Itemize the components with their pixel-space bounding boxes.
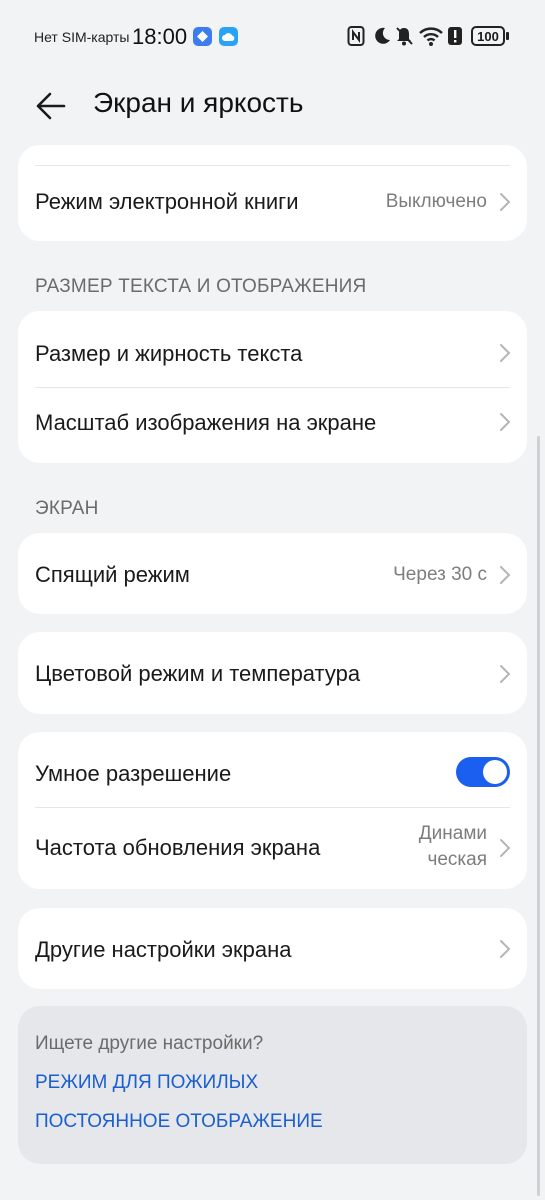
ebook-mode-row[interactable]: Режим электронной книги Выключено bbox=[18, 166, 527, 241]
chevron-right-icon bbox=[500, 839, 511, 857]
color-mode-label: Цветовой режим и температура bbox=[35, 661, 361, 686]
ebook-mode-label: Режим электронной книги bbox=[35, 189, 299, 214]
chevron-right-icon bbox=[500, 413, 511, 431]
always-on-display-link[interactable]: ПОСТОЯННОЕ ОТОБРАЖЕНИЕ bbox=[35, 1111, 323, 1133]
chevron-right-icon bbox=[500, 193, 511, 211]
battery-tip bbox=[506, 32, 509, 40]
wifi-icon bbox=[418, 25, 444, 49]
chevron-right-icon bbox=[500, 344, 511, 362]
section-header-text-size: РАЗМЕР ТЕКСТА И ОТОБРАЖЕНИЯ bbox=[35, 276, 367, 297]
section-header-screen: ЭКРАН bbox=[35, 498, 99, 519]
sleep-mode-value: Через 30 с bbox=[393, 564, 487, 585]
do-not-disturb-moon-icon bbox=[372, 25, 392, 49]
suggestions-title: Ищете другие настройки? bbox=[35, 1033, 264, 1054]
text-size-weight-label: Размер и жирность текста bbox=[35, 341, 303, 366]
chevron-right-icon bbox=[500, 566, 511, 584]
carrier-text: Нет SIM-карты bbox=[34, 29, 130, 45]
status-bar: Нет SIM-карты 18:00 100 bbox=[0, 0, 545, 74]
refresh-rate-label: Частота обновления экрана bbox=[35, 835, 321, 860]
nfc-icon bbox=[347, 25, 365, 49]
back-arrow-icon[interactable] bbox=[30, 86, 72, 126]
smart-resolution-label: Умное разрешение bbox=[35, 761, 232, 786]
text-size-card: Размер и жирность текста Масштаб изображ… bbox=[18, 311, 527, 463]
sleep-card: Спящий режим Через 30 с bbox=[18, 533, 527, 614]
display-scale-row[interactable]: Масштаб изображения на экране bbox=[18, 388, 527, 463]
smart-resolution-row: Умное разрешение bbox=[18, 732, 527, 807]
elderly-mode-link[interactable]: РЕЖИМ ДЛЯ ПОЖИЛЫХ bbox=[35, 1072, 258, 1094]
color-mode-card: Цветовой режим и температура bbox=[18, 632, 527, 714]
toggle-knob bbox=[483, 760, 507, 784]
refresh-rate-row[interactable]: Частота обновления экрана Динами ческая bbox=[18, 808, 527, 889]
scrollbar[interactable] bbox=[537, 436, 540, 1196]
display-scale-label: Масштаб изображения на экране bbox=[35, 410, 377, 435]
battery-indicator: 100 bbox=[471, 26, 505, 46]
clock: 18:00 bbox=[132, 24, 188, 49]
refresh-rate-value: Динами ческая bbox=[419, 821, 487, 873]
ebook-mode-value: Выключено bbox=[385, 191, 487, 212]
chevron-right-icon bbox=[500, 665, 511, 683]
sleep-mode-label: Спящий режим bbox=[35, 562, 190, 587]
resolution-refresh-card: Умное разрешение Частота обновления экра… bbox=[18, 732, 527, 889]
chevron-right-icon bbox=[500, 940, 511, 958]
silent-bell-icon bbox=[394, 25, 414, 49]
other-screen-settings-label: Другие настройки экрана bbox=[35, 937, 292, 962]
suggestions-card: Ищете другие настройки? РЕЖИМ ДЛЯ ПОЖИЛЫ… bbox=[18, 1006, 527, 1164]
alert-icon bbox=[447, 25, 463, 49]
notification-app-icon bbox=[193, 27, 212, 46]
refresh-rate-value-line2: ческая bbox=[427, 849, 487, 870]
refresh-rate-value-line1: Динами bbox=[418, 823, 487, 844]
text-size-weight-row[interactable]: Размер и жирность текста bbox=[18, 311, 527, 387]
smart-resolution-toggle[interactable] bbox=[456, 757, 510, 787]
sleep-mode-row[interactable]: Спящий режим Через 30 с bbox=[18, 533, 527, 614]
other-screen-settings-row[interactable]: Другие настройки экрана bbox=[18, 908, 527, 989]
color-mode-row[interactable]: Цветовой режим и температура bbox=[18, 632, 527, 714]
page-title: Экран и яркость bbox=[93, 87, 304, 118]
other-settings-card: Другие настройки экрана bbox=[18, 908, 527, 989]
app-header: Экран и яркость bbox=[0, 74, 545, 138]
cloud-icon bbox=[219, 27, 238, 46]
ebook-card: Режим электронной книги Выключено bbox=[18, 145, 527, 241]
